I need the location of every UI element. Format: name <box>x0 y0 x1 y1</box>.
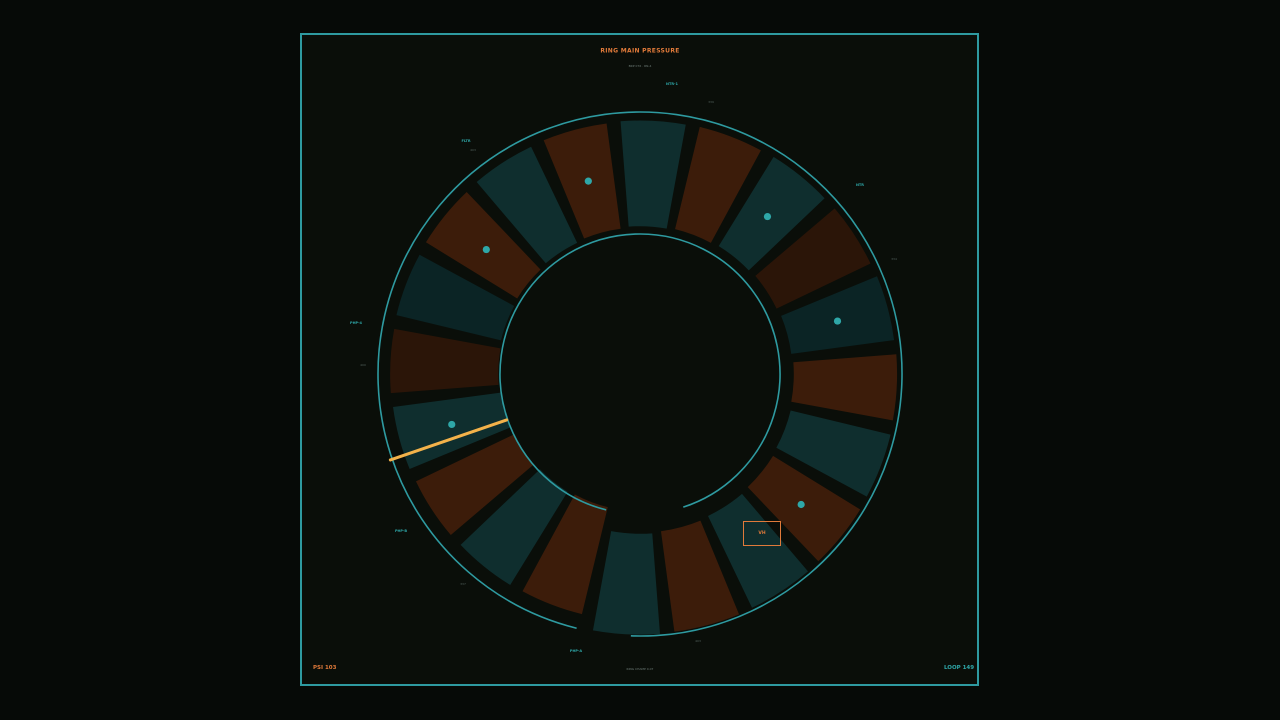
zone-tag: NTR <box>855 183 865 187</box>
mode-button-label: VH <box>758 531 766 536</box>
zone-value: 334 <box>891 257 897 261</box>
mode-button[interactable]: VH <box>743 521 781 546</box>
zone-value: 400 <box>360 363 366 367</box>
zone-tag: PHP-4 <box>350 321 362 325</box>
zone-tag: FLTR <box>461 139 471 143</box>
status-loop: LOOP 149 <box>944 665 975 671</box>
page-subtitle: BRP 076 · RN-4 <box>628 64 652 68</box>
zone-value: 403 <box>695 639 701 643</box>
ring-inner-edge <box>499 233 781 511</box>
status-chamber: RING CHAMP 0.07 <box>626 667 654 671</box>
segment-marker <box>584 177 592 185</box>
pressure-ring-gauge <box>377 111 903 637</box>
segment-marker <box>763 212 772 221</box>
ring-segment <box>791 354 898 421</box>
status-psi: PSI 103 <box>313 665 337 671</box>
ring-segment <box>592 531 660 635</box>
screen: RING MAIN PRESSURE BRP 076 · RN-4 NTR-1 … <box>0 0 1280 720</box>
page-title: RING MAIN PRESSURE <box>600 47 680 55</box>
zone-tag: PHP-B <box>394 529 408 533</box>
zone-value: 337 <box>460 582 466 586</box>
zone-value: 339 <box>708 100 714 104</box>
segment-marker <box>797 500 805 509</box>
zone-tag: NTR-1 <box>666 82 678 86</box>
segment-marker <box>482 245 490 254</box>
ring-segment <box>620 120 686 229</box>
zone-tag: PHP-A <box>569 649 583 653</box>
ring-segment <box>390 328 501 394</box>
zone-value: 403 <box>470 148 476 152</box>
segment-marker <box>448 420 456 429</box>
segment-marker <box>833 317 842 325</box>
